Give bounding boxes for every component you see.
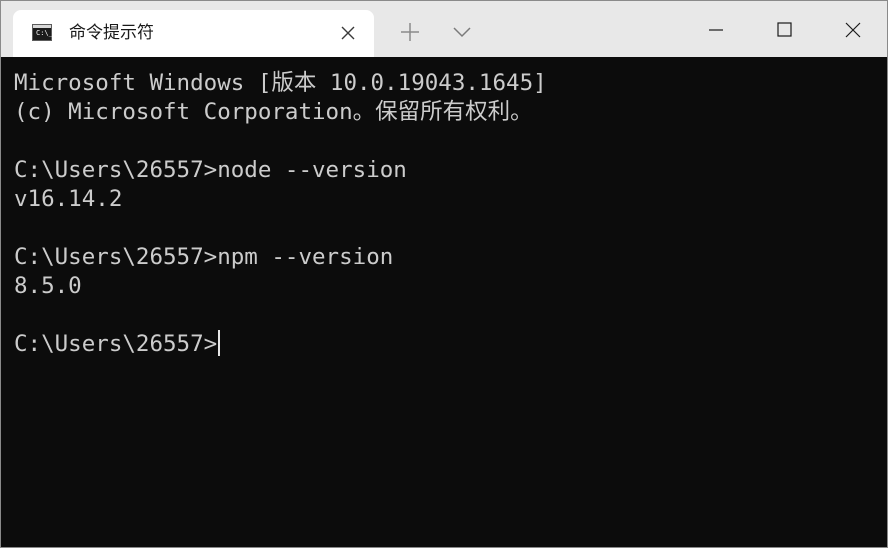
prompt-text: C:\Users\26557> [14, 331, 218, 357]
prompt-glyph: C:\_ [36, 29, 53, 37]
tab-command-prompt[interactable]: C:\_ 命令提示符 [13, 10, 374, 57]
terminal-line: C:\Users\26557>node --version [14, 157, 407, 183]
maximize-icon [777, 22, 792, 37]
terminal-output[interactable]: Microsoft Windows [版本 10.0.19043.1645] (… [1, 57, 887, 547]
prompt-line[interactable]: C:\Users\26557> [14, 330, 887, 359]
plus-icon [401, 23, 419, 41]
terminal-line: (c) Microsoft Corporation。保留所有权利。 [14, 99, 533, 125]
maximize-button[interactable] [750, 1, 818, 57]
terminal-line: v16.14.2 [14, 186, 123, 212]
close-tab-button[interactable] [335, 20, 361, 46]
close-icon [845, 22, 861, 38]
minimize-icon [709, 29, 723, 31]
command-prompt-icon: C:\_ [32, 24, 53, 41]
title-bar[interactable]: C:\_ 命令提示符 [1, 1, 887, 57]
minimize-button[interactable] [682, 1, 750, 57]
new-tab-dropdown-button[interactable] [449, 18, 475, 46]
chevron-down-icon [453, 27, 471, 38]
new-tab-button[interactable] [396, 18, 424, 46]
terminal-window: C:\_ 命令提示符 Microsoft Windows [版本 10.0.19… [0, 0, 888, 548]
terminal-line: 8.5.0 [14, 273, 82, 299]
text-cursor [218, 330, 221, 356]
tab-title: 命令提示符 [69, 23, 154, 43]
close-window-button[interactable] [819, 1, 887, 57]
terminal-line: C:\Users\26557>npm --version [14, 244, 394, 270]
terminal-line: Microsoft Windows [版本 10.0.19043.1645] [14, 70, 547, 96]
close-icon [341, 26, 355, 40]
